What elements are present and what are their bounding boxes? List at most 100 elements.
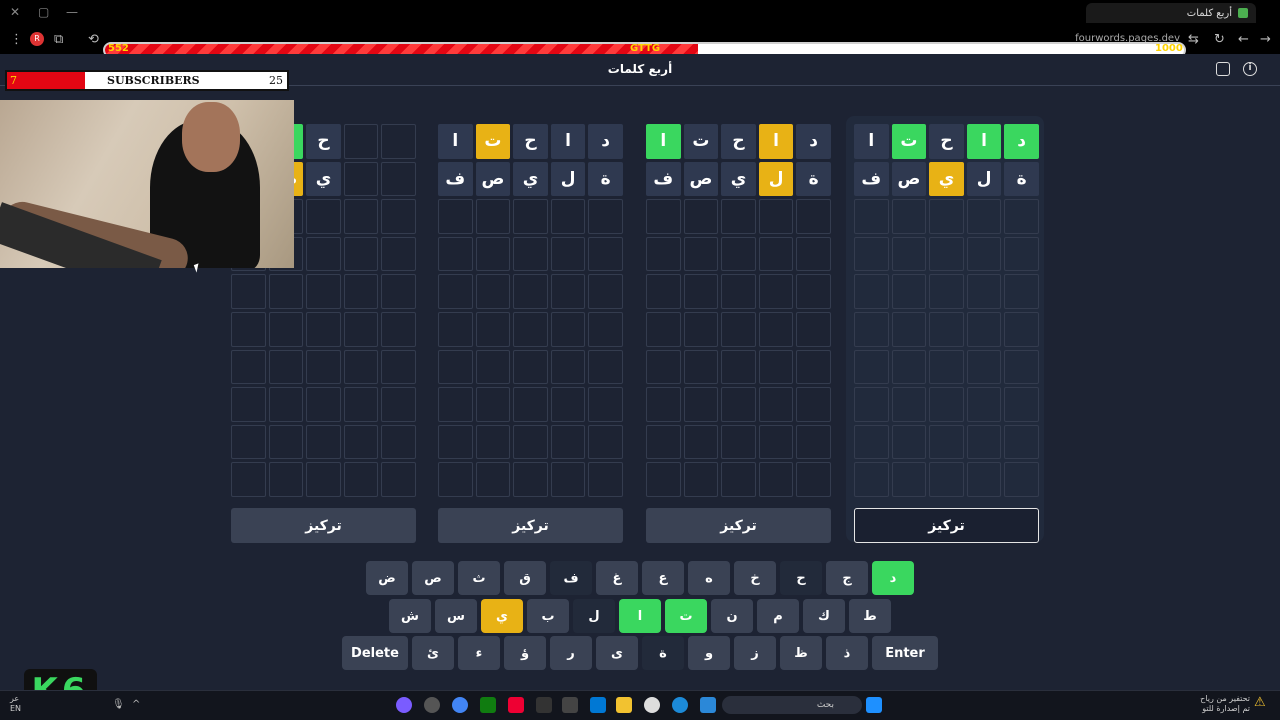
board-grid: ا ت ح ا د ف ص ي ل ة تركيز [438,124,623,543]
back-icon[interactable]: ← [1238,32,1249,47]
settings-app-icon[interactable] [562,697,578,713]
edge-icon[interactable] [672,697,688,713]
keyboard-key[interactable]: ق [504,561,546,595]
keyboard-key[interactable]: ن [711,599,753,633]
keyboard-key[interactable]: ك [803,599,845,633]
letter-cell [891,387,927,422]
app-circle-icon[interactable] [644,697,660,713]
warning-icon[interactable]: ⚠ [1254,695,1266,710]
letter-cell [929,349,964,385]
letter-cell [891,462,927,497]
language-indicator[interactable]: عر EN [10,694,21,714]
keyboard-key[interactable]: ب [527,599,569,633]
keyboard-key[interactable]: ذ [826,636,868,670]
keyboard-key[interactable]: ع [642,561,684,595]
keyboard-key[interactable]: ض [366,561,408,595]
taskbar [0,690,1280,720]
keyboard-key[interactable]: ئ [412,636,454,670]
info-icon[interactable]: i [1243,62,1257,76]
keyboard-key[interactable]: ز [734,636,776,670]
extensions-icon[interactable]: ⧉ [54,32,63,47]
forward-icon[interactable]: → [1260,32,1271,47]
enter-key[interactable]: Enter [872,636,938,670]
letter-cell: ي [306,161,341,197]
keyboard-key[interactable]: ح [780,561,822,595]
letter-cell [1004,462,1039,497]
calendar-icon[interactable] [1216,62,1230,76]
keyboard-key[interactable]: ي [481,599,523,633]
keyboard-key[interactable]: ط [849,599,891,633]
keyboard-key[interactable]: ص [412,561,454,595]
minimize-icon[interactable]: — [66,5,78,19]
focus-button[interactable]: تركيز [438,508,623,543]
app-dark-icon[interactable] [536,697,552,713]
copilot-icon[interactable] [700,697,716,713]
letter-cell: ة [1004,161,1039,197]
letter-cell: ل [758,161,794,197]
tabs-icon[interactable]: ⟲ [88,32,99,47]
keyboard-key[interactable]: ش [389,599,431,633]
keyboard-key[interactable]: د [872,561,914,595]
menu-icon[interactable]: ⋮ [10,32,23,47]
tray-chevron-icon[interactable]: ^ [132,699,140,710]
letter-cell [966,311,1002,347]
keyboard-key[interactable]: س [435,599,477,633]
xbox-icon[interactable] [480,697,496,713]
letter-cell [929,424,964,460]
keyboard-key[interactable]: و [688,636,730,670]
letter-cell: ف [646,161,681,197]
delete-key[interactable]: Delete [342,636,408,670]
letter-cell [966,462,1002,497]
letter-cell [721,387,756,422]
letter-cell: ف [438,161,473,197]
keyboard-key[interactable]: ر [550,636,592,670]
keyboard-key[interactable]: م [757,599,799,633]
keyboard-key[interactable]: ف [550,561,592,595]
keyboard-key[interactable]: ؤ [504,636,546,670]
browser-tab[interactable]: أربع كلمات [1086,3,1256,23]
discord-icon[interactable] [396,697,412,713]
letter-cell [381,349,416,385]
maximize-icon[interactable]: ▢ [38,5,49,19]
reload-icon[interactable]: ↻ [1214,32,1225,47]
chrome-icon[interactable] [452,697,468,713]
profile-avatar-icon[interactable]: R [30,32,44,46]
keyboard-key[interactable]: ة [642,636,684,670]
keyboard-key[interactable]: ج [826,561,868,595]
keyboard-key[interactable]: ا [619,599,661,633]
keyboard-key[interactable]: ه [688,561,730,595]
keyboard-key[interactable]: ل [573,599,615,633]
letter-cell [683,236,719,272]
keyboard-key[interactable]: ى [596,636,638,670]
letter-cell [550,274,586,309]
letter-cell: د [588,124,623,159]
keyboard-key[interactable]: غ [596,561,638,595]
close-icon[interactable]: ✕ [10,5,20,19]
letter-cell [306,462,341,497]
board-row [646,236,831,272]
focus-button[interactable]: تركيز [231,508,416,543]
letter-cell [306,274,341,309]
app-red-icon[interactable] [508,697,524,713]
keyboard-key[interactable]: ء [458,636,500,670]
keyboard-key[interactable]: خ [734,561,776,595]
taskbar-search[interactable]: بحث [722,696,862,714]
obs-icon[interactable] [424,697,440,713]
board-row [854,424,1039,460]
focus-button[interactable]: تركيز [646,508,831,543]
start-icon[interactable] [866,697,882,713]
mail-icon[interactable] [590,697,606,713]
board-row: فصيلة [646,161,831,197]
letter-cell: ي [929,161,964,197]
letter-cell: ا [438,124,473,159]
keyboard-key[interactable]: ظ [780,636,822,670]
microphone-icon[interactable]: 🎙 [112,699,125,710]
file-explorer-icon[interactable] [616,697,632,713]
letter-cell [231,387,266,422]
keyboard-key[interactable]: ت [665,599,707,633]
letter-cell [438,236,473,272]
focus-button[interactable]: تركيز [854,508,1039,543]
keyboard-key[interactable]: ث [458,561,500,595]
letter-cell [231,311,266,347]
site-settings-icon[interactable]: ⇆ [1188,32,1199,47]
